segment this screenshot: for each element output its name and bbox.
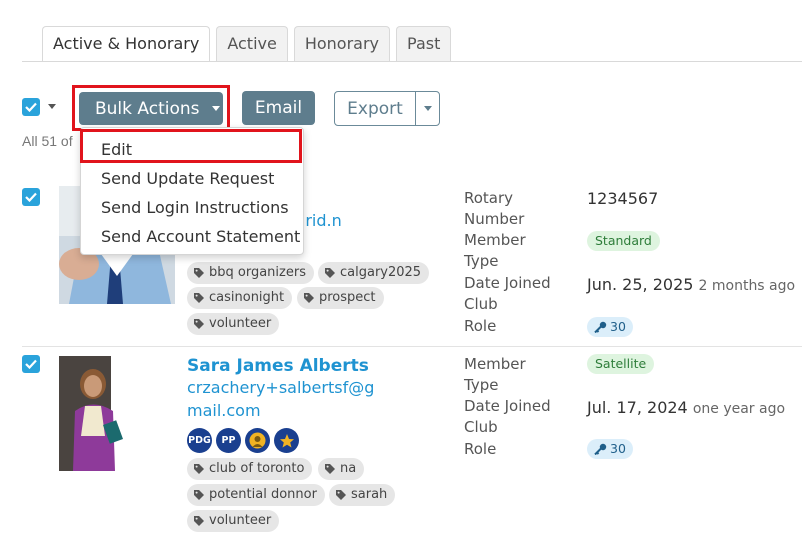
tag[interactable]: na <box>318 458 365 480</box>
edit-item-highlight <box>80 129 302 163</box>
tag-icon <box>194 464 204 474</box>
export-options-button[interactable] <box>415 91 440 126</box>
tab-active[interactable]: Active <box>216 26 288 61</box>
member-email[interactable]: crzachery+salbertsf@g mail.com <box>187 376 374 422</box>
role-label: Role <box>464 440 497 458</box>
check-icon <box>25 102 37 112</box>
avatar <box>59 356 138 471</box>
select-all-checkbox[interactable] <box>22 98 40 116</box>
tag-icon <box>194 268 204 278</box>
date-joined-label: Date Joined Club <box>464 274 551 313</box>
member-type-badge: Standard <box>587 231 660 251</box>
tag[interactable]: prospect <box>297 287 384 309</box>
date-joined-relative: 2 months ago <box>698 278 796 294</box>
date-joined-value: Jun. 25, 2025 2 months ago <box>587 275 796 294</box>
pp-badge: PP <box>216 428 241 453</box>
row-divider <box>22 346 802 347</box>
menu-item-send-account-statement[interactable]: Send Account Statement <box>101 227 300 246</box>
check-icon <box>25 359 37 369</box>
check-icon <box>25 192 37 202</box>
paul-harris-icon <box>245 428 270 453</box>
rotary-number-label: Rotary Number <box>464 189 525 228</box>
member-count: All 51 of <box>22 133 73 149</box>
role-badge[interactable]: 30 <box>587 439 633 459</box>
export-button[interactable]: Export <box>334 91 416 126</box>
tag-icon <box>194 319 204 329</box>
tag[interactable]: club of toronto <box>187 458 313 480</box>
tag-icon <box>304 293 314 303</box>
email-button[interactable]: Email <box>242 91 315 125</box>
menu-item-send-update-request[interactable]: Send Update Request <box>101 169 274 188</box>
date-joined-relative: one year ago <box>692 401 786 417</box>
member-row-checkbox[interactable] <box>22 188 40 206</box>
key-icon <box>594 443 607 455</box>
star-icon <box>274 428 299 453</box>
chevron-down-icon <box>423 106 432 111</box>
date-joined-value: Jul. 17, 2024 one year ago <box>587 398 786 417</box>
pdg-badge: PDG <box>187 428 212 453</box>
rotary-number-value: 1234567 <box>587 189 659 208</box>
tag-icon <box>194 516 204 526</box>
member-type-label: Member Type <box>464 355 526 394</box>
tag-icon <box>194 293 204 303</box>
member-name[interactable]: Sara James Alberts <box>187 356 369 376</box>
tag-icon <box>325 464 335 474</box>
tabs-divider <box>22 61 802 62</box>
member-photo[interactable] <box>59 356 138 471</box>
member-status-tabs: Active & Honorary Active Honorary Past <box>42 26 457 62</box>
member-row-checkbox[interactable] <box>22 355 40 373</box>
tag-icon <box>336 490 346 500</box>
select-options-caret-icon[interactable] <box>48 104 56 109</box>
tag[interactable]: bbq organizers <box>187 262 314 284</box>
role-label: Role <box>464 317 497 335</box>
date-joined-label: Date Joined Club <box>464 397 551 436</box>
menu-item-send-login-instructions[interactable]: Send Login Instructions <box>101 198 289 217</box>
tab-active-honorary[interactable]: Active & Honorary <box>42 26 211 62</box>
key-icon <box>594 321 607 333</box>
tag-icon <box>325 268 335 278</box>
tab-honorary[interactable]: Honorary <box>293 26 391 61</box>
tag[interactable]: volunteer <box>187 313 280 335</box>
tab-past[interactable]: Past <box>396 26 452 61</box>
tag[interactable]: potential donnor <box>187 484 325 506</box>
role-badge[interactable]: 30 <box>587 317 633 337</box>
tag-icon <box>194 490 204 500</box>
tag[interactable]: casinonight <box>187 287 293 309</box>
member-type-badge: Satellite <box>587 354 655 374</box>
member-type-label: Member Type <box>464 231 526 270</box>
tag[interactable]: volunteer <box>187 510 280 532</box>
bulk-actions-highlight <box>72 85 230 131</box>
tag[interactable]: calgary2025 <box>318 262 430 284</box>
tag[interactable]: sarah <box>329 484 396 506</box>
